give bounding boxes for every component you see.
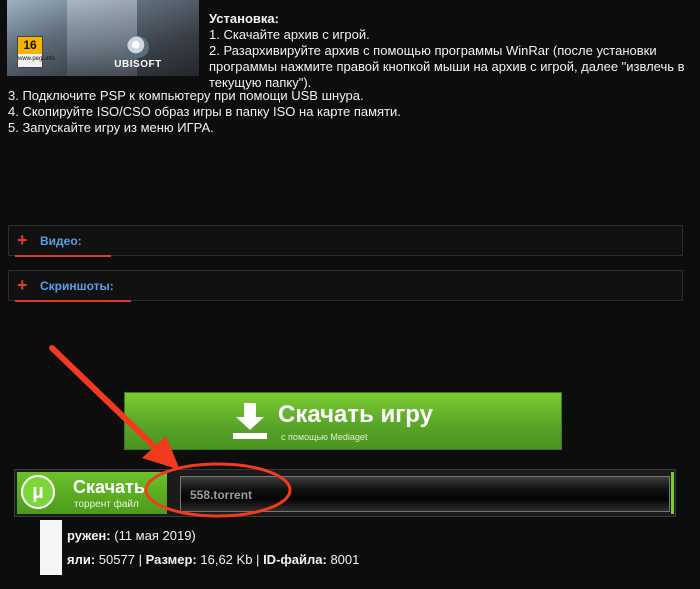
downloads-label: яли: <box>67 552 96 567</box>
file-stats-line: яли: 50577 | Размер: 16,62 Kb | ID-файла… <box>67 552 359 567</box>
annotation-arrow-shaft <box>49 345 163 455</box>
separator: | <box>138 552 142 567</box>
size-value: 16,62 Kb <box>200 552 253 567</box>
size-label: Размер: <box>145 552 197 567</box>
file-id-value: 8001 <box>330 552 360 567</box>
overlay-strip <box>40 520 62 575</box>
separator: | <box>256 552 260 567</box>
annotation-ellipse <box>144 462 292 518</box>
upload-date-line: ружен: (11 мая 2019) <box>67 528 196 543</box>
downloads-value: 50577 <box>98 552 135 567</box>
annotation-overlay <box>49 345 292 518</box>
file-id-label: ID-файла: <box>263 552 327 567</box>
uploaded-value: (11 мая 2019) <box>114 528 196 543</box>
uploaded-label: ружен: <box>67 528 111 543</box>
